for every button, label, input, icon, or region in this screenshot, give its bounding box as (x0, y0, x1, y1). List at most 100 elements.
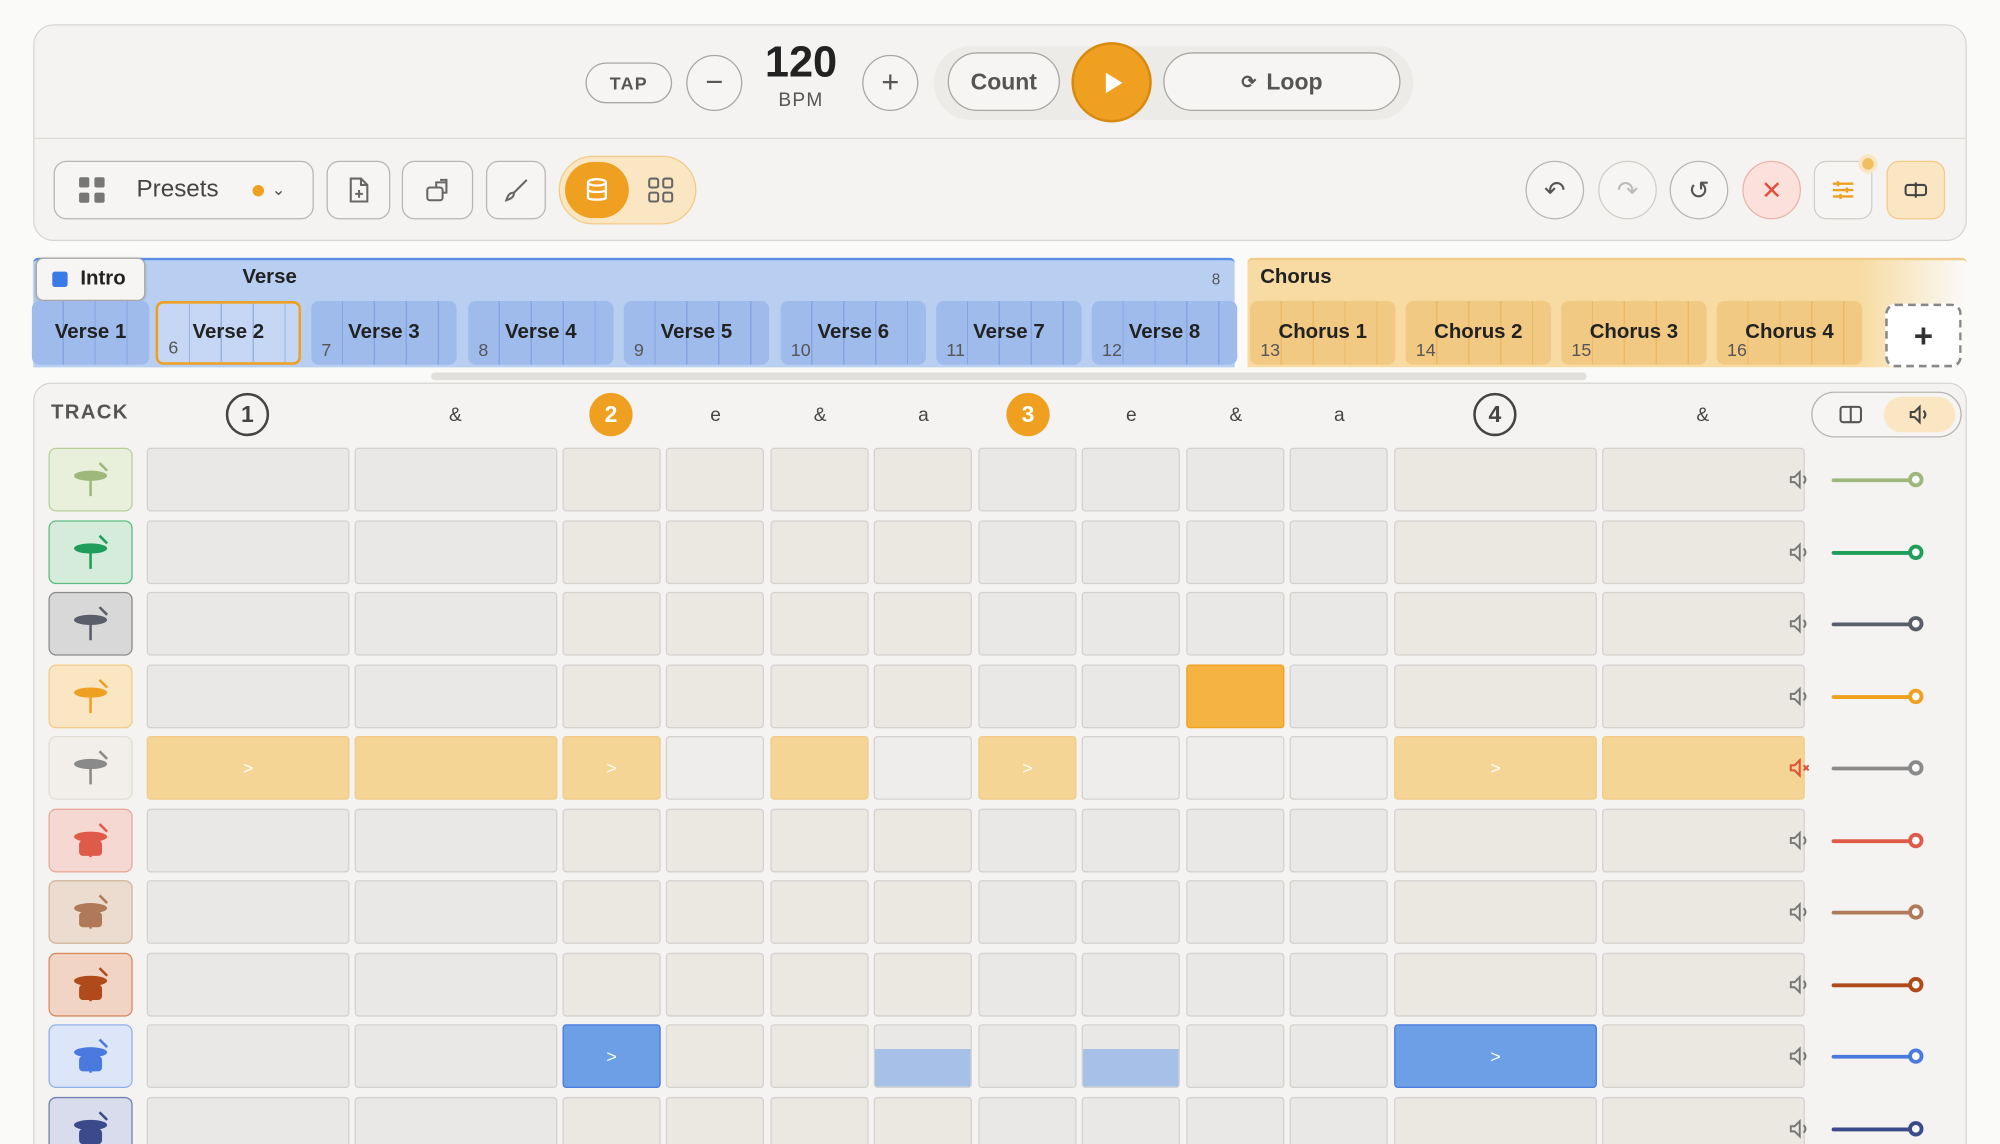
volume-slider-handle[interactable] (1908, 1048, 1924, 1064)
section-tab-1[interactable]: Verse 1 (31, 301, 150, 365)
volume-slider-handle[interactable] (1908, 832, 1924, 848)
step-cell[interactable] (1289, 952, 1388, 1016)
step-cell[interactable] (146, 1024, 350, 1089)
volume-slider-handle[interactable] (1908, 616, 1924, 632)
step-cell[interactable] (1081, 663, 1180, 728)
volume-slider[interactable] (1831, 766, 1916, 771)
step-cell[interactable] (146, 808, 350, 872)
step-cell[interactable] (978, 880, 1077, 944)
step-cell[interactable] (562, 880, 661, 944)
step-cell[interactable] (1602, 591, 1805, 656)
step-cell[interactable]: > (562, 1024, 661, 1089)
step-cell[interactable] (1394, 663, 1597, 728)
volume-icon[interactable] (1788, 612, 1811, 635)
step-cell[interactable] (562, 952, 661, 1016)
columns-view-button[interactable] (1827, 397, 1875, 433)
tom-icon[interactable] (48, 880, 133, 944)
section-tab-8[interactable]: Verse 8 12 (1091, 301, 1238, 365)
volume-icon[interactable] (1788, 540, 1811, 563)
play-button[interactable] (1071, 42, 1152, 123)
step-cell[interactable] (562, 663, 661, 728)
step-cell[interactable] (873, 952, 972, 1016)
step-cell[interactable] (146, 591, 350, 656)
stack-view-button[interactable] (565, 161, 629, 219)
volume-icon[interactable] (1788, 468, 1811, 491)
bpm-plus-button[interactable]: + (862, 54, 919, 111)
step-cell[interactable] (146, 447, 350, 512)
mute-icon[interactable] (1788, 756, 1811, 779)
brush-button[interactable] (485, 160, 546, 220)
step-cell[interactable] (1186, 663, 1285, 728)
presets-dropdown[interactable]: Presets ⌄ (53, 160, 314, 220)
step-cell[interactable] (873, 1096, 972, 1144)
step-cell[interactable] (665, 663, 765, 728)
undo-button[interactable]: ↶ (1525, 160, 1585, 220)
step-cell[interactable] (562, 1096, 661, 1144)
step-cell[interactable] (873, 880, 972, 944)
step-cell[interactable] (978, 519, 1077, 584)
step-cell[interactable] (665, 735, 765, 800)
step-cell[interactable] (354, 447, 558, 512)
step-cell[interactable] (1289, 663, 1388, 728)
step-cell[interactable] (146, 519, 350, 584)
section-tab-6[interactable]: Verse 6 10 (780, 301, 927, 365)
step-cell[interactable] (1289, 519, 1388, 584)
step-cell[interactable] (1186, 519, 1285, 584)
step-cell[interactable] (873, 663, 972, 728)
step-cell[interactable] (146, 663, 350, 728)
step-cell[interactable] (1289, 1024, 1388, 1089)
step-cell[interactable] (873, 1024, 972, 1089)
step-cell[interactable] (1186, 952, 1285, 1016)
step-cell[interactable] (665, 952, 765, 1016)
step-cell[interactable] (978, 952, 1077, 1016)
step-cell[interactable] (770, 447, 869, 512)
cymbal-ride-icon[interactable] (48, 519, 133, 584)
step-cell[interactable] (1081, 519, 1180, 584)
redo-button[interactable]: ↷ (1598, 160, 1657, 220)
step-cell[interactable] (354, 735, 558, 800)
clear-button[interactable]: ✕ (1742, 160, 1802, 220)
step-cell[interactable] (562, 808, 661, 872)
step-cell[interactable] (1289, 1096, 1388, 1144)
step-cell[interactable] (873, 447, 972, 512)
volume-icon[interactable] (1788, 828, 1811, 851)
bpm-minus-button[interactable]: − (686, 54, 743, 111)
step-cell[interactable] (354, 1096, 558, 1144)
step-cell[interactable] (1081, 447, 1180, 512)
step-cell[interactable] (354, 663, 558, 728)
volume-icon[interactable] (1788, 684, 1811, 707)
section-tab-2[interactable]: Verse 2 6 (155, 301, 302, 365)
step-cell[interactable] (1186, 880, 1285, 944)
step-cell[interactable]: > (146, 735, 350, 800)
step-cell[interactable] (1081, 1024, 1180, 1089)
step-cell[interactable] (1186, 735, 1285, 800)
volume-slider[interactable] (1831, 838, 1916, 843)
hihat-icon[interactable] (48, 663, 133, 728)
step-cell[interactable] (562, 519, 661, 584)
volume-icon[interactable] (1788, 973, 1811, 996)
volume-slider[interactable] (1831, 550, 1916, 555)
step-cell[interactable] (1186, 591, 1285, 656)
step-cell[interactable] (665, 880, 765, 944)
step-cell[interactable]: > (562, 735, 661, 800)
add-section-button[interactable]: + (1885, 303, 1962, 368)
cowbell-icon[interactable] (48, 591, 133, 656)
step-cell[interactable] (873, 519, 972, 584)
volume-slider[interactable] (1831, 1126, 1916, 1131)
step-cell[interactable] (770, 519, 869, 584)
step-cell[interactable] (665, 447, 765, 512)
step-cell[interactable] (1186, 808, 1285, 872)
volume-slider[interactable] (1831, 982, 1916, 987)
bass-drum-2-icon[interactable] (48, 1096, 133, 1144)
split-view-button[interactable] (1886, 160, 1946, 220)
section-tab-10[interactable]: Chorus 2 14 (1405, 301, 1552, 365)
step-cell[interactable] (873, 808, 972, 872)
volume-slider-handle[interactable] (1908, 1120, 1924, 1136)
step-cell[interactable] (1081, 808, 1180, 872)
step-cell[interactable] (665, 591, 765, 656)
step-cell[interactable] (1289, 735, 1388, 800)
step-cell[interactable] (665, 1096, 765, 1144)
section-tab-4[interactable]: Verse 4 8 (468, 301, 614, 365)
step-cell[interactable] (1081, 1096, 1180, 1144)
step-cell[interactable] (1081, 952, 1180, 1016)
